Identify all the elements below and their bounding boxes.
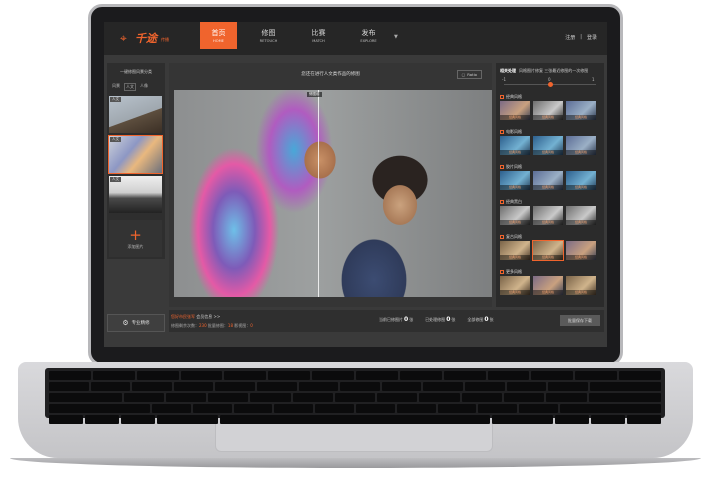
photo-thumbnail[interactable]: 人文: [109, 96, 162, 133]
nav-match[interactable]: 比赛 MATCH: [300, 22, 337, 49]
filter-preset[interactable]: 经典风格: [500, 136, 530, 155]
app-header: ⌖ 千途 传播 首页 HOME 修图 RETOUCH 比赛 MATCH 发布 E…: [104, 22, 607, 55]
filter-preset[interactable]: 经典风格: [533, 136, 563, 155]
thumb-tag: 人文: [110, 137, 121, 142]
checkbox-icon[interactable]: [500, 234, 504, 239]
video-count: 0: [250, 323, 253, 328]
plus-icon: +: [129, 225, 142, 244]
trackpad: [215, 424, 493, 452]
preview-photo[interactable]: 修图前: [174, 90, 492, 297]
checkbox-icon[interactable]: [500, 199, 504, 204]
slider-handle[interactable]: [548, 82, 553, 87]
filter-preset[interactable]: 经典风格: [533, 171, 563, 190]
photo-sidebar: 一键修图风景分类 风景 人文 人像 人文 人文 人文 + 添加图片: [107, 63, 165, 259]
remaining-count: 230: [199, 323, 207, 328]
filter-preset[interactable]: 经典风格: [566, 276, 596, 295]
member-link[interactable]: 会员信息 >>: [196, 314, 220, 319]
member-info: 您好市民张军 会员信息 >> 修图剩余次数：230 批量修图：18 影视图：0: [171, 314, 253, 328]
category-filters: 风景 人文 人像: [111, 83, 149, 91]
batch-save-button[interactable]: 批量保存下载: [560, 315, 600, 326]
gear-icon: ⚙: [122, 319, 129, 327]
filter-portrait[interactable]: 人像: [139, 83, 149, 91]
chevron-down-icon[interactable]: ▼: [394, 34, 398, 40]
filter-preset[interactable]: 经典风格: [533, 101, 563, 120]
preview-area: 您还在进行人文类作品的修图 ▢ Ratio 修图前: [169, 63, 492, 307]
add-photo-button[interactable]: + 添加图片: [109, 220, 162, 257]
stat-current: 当前已修图片0张: [379, 316, 414, 323]
stat-processed: 已处理修图0张: [425, 316, 456, 323]
filter-landscape[interactable]: 风景: [111, 83, 121, 91]
filter-category: 更多风格 经典风格 经典风格 经典风格: [500, 268, 600, 295]
main-nav: 首页 HOME 修图 RETOUCH 比赛 MATCH 发布 EXPLORE: [200, 22, 400, 49]
filter-category: 胶片风格 经典风格 经典风格 经典风格: [500, 163, 600, 190]
nav-explore[interactable]: 发布 EXPLORE: [350, 22, 387, 49]
panel-title: 相关处理: [500, 68, 516, 73]
filter-preset[interactable]: 经典风格: [566, 241, 596, 260]
compare-split-line[interactable]: [318, 90, 319, 297]
auth-links: 注册 | 登录: [565, 34, 597, 41]
intensity-slider[interactable]: -1 0 1: [500, 77, 600, 89]
status-bar: 您好市民张军 会员信息 >> 修图剩余次数：230 批量修图：18 影视图：0 …: [169, 310, 604, 332]
app-screen: ⌖ 千途 传播 首页 HOME 修图 RETOUCH 比赛 MATCH 发布 E…: [104, 22, 607, 347]
slider-min: -1: [502, 77, 506, 82]
thumb-tag: 人文: [110, 97, 121, 102]
nav-home[interactable]: 首页 HOME: [200, 22, 237, 49]
filter-preset[interactable]: 经典风格: [533, 276, 563, 295]
photo-thumbnail[interactable]: 人文: [109, 176, 162, 213]
filter-preset[interactable]: 经典风格: [500, 171, 530, 190]
filter-preset-selected[interactable]: 经典风格: [532, 240, 564, 261]
ratio-label: Ratio: [467, 72, 477, 77]
slider-max: 1: [592, 77, 595, 82]
checkbox-icon[interactable]: [500, 269, 504, 274]
checkbox-icon[interactable]: [500, 94, 504, 99]
filter-preset[interactable]: 经典风格: [566, 101, 596, 120]
sidebar-title: 一键修图风景分类: [120, 69, 152, 74]
stat-total: 全部修图0张: [467, 316, 494, 323]
filter-preset[interactable]: 经典风格: [566, 171, 596, 190]
checkbox-icon[interactable]: [500, 164, 504, 169]
filter-category: 复古风格 经典风格 经典风格 经典风格: [500, 233, 600, 261]
add-photo-label: 添加图片: [127, 243, 144, 249]
filter-panel: 相关处理 风格图片修复 三张最近修图的一次修图 -1 0 1 经典风格 经典风格…: [496, 63, 604, 307]
panel-header: 相关处理 风格图片修复 三张最近修图的一次修图: [500, 68, 588, 74]
filter-category: 经典黑白 经典风格 经典风格 经典风格: [500, 198, 600, 225]
retouch-stats: 当前已修图片0张 已处理修图0张 全部修图0张: [379, 316, 494, 323]
compare-label: 修图前: [307, 92, 322, 97]
logo[interactable]: ⌖ 千途 传播: [120, 30, 169, 46]
keyboard: [45, 368, 665, 424]
checkbox-icon[interactable]: [500, 129, 504, 134]
laptop-foot: [10, 458, 701, 468]
filter-category: 经典风格 经典风格 经典风格 经典风格: [500, 93, 600, 120]
location-pin-icon: ⌖: [120, 31, 127, 45]
filter-category: 电影风格 经典风格 经典风格 经典风格: [500, 128, 600, 155]
filter-preset[interactable]: 经典风格: [500, 101, 530, 120]
preview-title: 您还在进行人文类作品的修图: [301, 72, 360, 77]
member-name: 您好市民张军: [171, 314, 195, 319]
filter-preset[interactable]: 经典风格: [533, 206, 563, 225]
filter-preset[interactable]: 经典风格: [500, 276, 530, 295]
fullscreen-icon: ▢: [461, 72, 466, 77]
ratio-button[interactable]: ▢ Ratio: [456, 70, 482, 79]
pro-retouch-label: 专业精修: [131, 321, 150, 326]
panel-desc: 风格图片修复 三张最近修图的一次修图: [519, 68, 589, 73]
filter-preset[interactable]: 经典风格: [500, 206, 530, 225]
filter-humanity[interactable]: 人文: [124, 83, 136, 91]
filter-preset[interactable]: 经典风格: [566, 206, 596, 225]
logo-text: 千途: [135, 32, 157, 45]
nav-retouch[interactable]: 修图 RETOUCH: [250, 22, 287, 49]
register-link[interactable]: 登录: [587, 34, 597, 41]
pro-retouch-button[interactable]: ⚙ 专业精修: [107, 314, 165, 332]
login-link[interactable]: 注册: [565, 34, 575, 41]
logo-sub: 传播: [161, 37, 169, 42]
divider: |: [580, 34, 582, 40]
thumb-tag: 人文: [110, 177, 121, 182]
filter-preset[interactable]: 经典风格: [566, 136, 596, 155]
filter-preset[interactable]: 经典风格: [500, 241, 530, 260]
photo-thumbnail-selected[interactable]: 人文: [108, 135, 163, 174]
